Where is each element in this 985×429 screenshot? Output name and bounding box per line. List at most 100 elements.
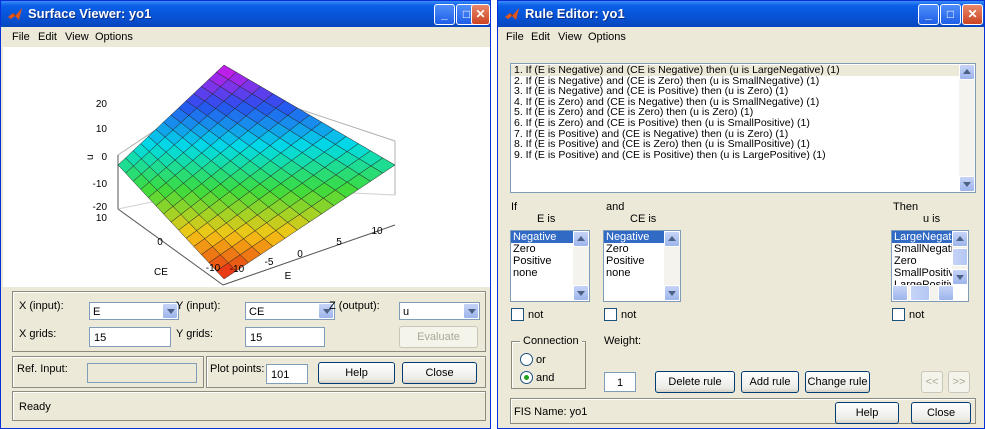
menu-options[interactable]: Options <box>588 31 626 43</box>
z-tick: 20 <box>96 99 108 110</box>
y-input-label: Y (input): <box>176 300 221 312</box>
menu-options[interactable]: Options <box>95 31 133 43</box>
add-rule-button[interactable]: Add rule <box>741 371 799 393</box>
list-item[interactable]: 1. If (E is Negative) and (CE is Negativ… <box>511 65 975 76</box>
scrollbar[interactable] <box>573 231 589 301</box>
z-tick: 10 <box>96 213 108 224</box>
u-membership-list[interactable]: LargeNegative SmallNegative Zero SmallPo… <box>891 230 969 302</box>
e-not-checkbox[interactable] <box>511 308 524 321</box>
status-bar: Ready <box>12 391 486 421</box>
rule-editor-titlebar[interactable]: Rule Editor: yo1 _ □ ✕ <box>498 1 984 27</box>
menu-edit[interactable]: Edit <box>38 31 57 43</box>
z-axis-label: u <box>85 154 96 160</box>
minimize-icon[interactable]: _ <box>434 4 455 25</box>
x-input-select[interactable]: E <box>89 302 179 320</box>
help-button[interactable]: Help <box>835 402 899 424</box>
close-icon[interactable]: ✕ <box>471 4 490 25</box>
u-not-checkbox[interactable] <box>892 308 905 321</box>
scroll-up-icon[interactable] <box>959 64 975 80</box>
y-input-select[interactable]: CE <box>245 302 335 320</box>
z-tick: -20 <box>93 202 108 213</box>
scroll-down-icon[interactable] <box>959 176 975 192</box>
list-item[interactable]: 6. If (E is Zero) and (CE is Positive) t… <box>511 118 975 129</box>
e-is-label: E is <box>537 213 556 225</box>
z-tick: 10 <box>96 124 108 135</box>
not-label: not <box>528 309 544 321</box>
scroll-left-icon[interactable] <box>892 285 908 301</box>
z-tick: 0 <box>101 152 107 163</box>
chevron-down-icon[interactable] <box>463 303 479 319</box>
y-tick: 0 <box>157 237 163 248</box>
change-rule-button[interactable]: Change rule <box>805 371 870 393</box>
ce-not-checkbox[interactable] <box>604 308 617 321</box>
scroll-down-icon[interactable] <box>664 285 680 301</box>
scroll-thumb[interactable] <box>910 285 930 301</box>
or-radio[interactable] <box>520 353 533 366</box>
scroll-down-icon[interactable] <box>573 285 589 301</box>
and-radio-label: and <box>536 372 555 384</box>
list-item[interactable]: LargeNegative <box>892 231 966 243</box>
x-input-value: E <box>93 306 101 318</box>
scroll-up-icon[interactable] <box>664 231 680 247</box>
rule-list-scrollbar[interactable] <box>959 64 975 192</box>
menu-file[interactable]: File <box>12 31 30 43</box>
menu-view[interactable]: View <box>558 31 582 43</box>
weight-label: Weight: <box>604 335 642 347</box>
surface-plot[interactable]: 20 10 0 -10 -20 10 u 0 -10 CE 10 5 0 -5 … <box>3 47 490 287</box>
x-input-label: X (input): <box>19 300 64 312</box>
horizontal-scrollbar[interactable] <box>892 285 954 301</box>
scroll-thumb[interactable] <box>952 248 968 266</box>
plot-points-input[interactable]: 101 <box>266 364 308 384</box>
x-tick: -10 <box>230 264 245 275</box>
previous-rule-button[interactable]: << <box>921 371 943 393</box>
fis-name-bar: FIS Name: yo1 Help Close <box>510 398 976 424</box>
window-title: Surface Viewer: yo1 <box>28 6 152 21</box>
scrollbar[interactable] <box>664 231 680 301</box>
delete-rule-button[interactable]: Delete rule <box>655 371 735 393</box>
weight-input[interactable]: 1 <box>604 372 636 392</box>
y-grids-input[interactable]: 15 <box>245 327 325 347</box>
z-tick: -10 <box>93 179 108 190</box>
next-rule-button[interactable]: >> <box>948 371 970 393</box>
then-label: Then <box>893 201 919 213</box>
not-label: not <box>909 309 925 321</box>
and-label: and <box>606 201 625 213</box>
scroll-up-icon[interactable] <box>573 231 589 247</box>
menu-edit[interactable]: Edit <box>531 31 550 43</box>
maximize-icon[interactable]: □ <box>940 4 961 25</box>
if-label: If <box>511 201 518 213</box>
ce-is-label: CE is <box>630 213 657 225</box>
and-radio[interactable] <box>520 371 533 384</box>
close-button[interactable]: Close <box>911 402 971 424</box>
ref-input-label: Ref. Input: <box>17 363 68 375</box>
x-tick: 10 <box>371 226 383 237</box>
menu-file[interactable]: File <box>506 31 524 43</box>
e-membership-list[interactable]: Negative Zero Positive none <box>510 230 590 302</box>
ce-membership-list[interactable]: Negative Zero Positive none <box>603 230 681 302</box>
rule-list[interactable]: 1. If (E is Negative) and (CE is Negativ… <box>510 63 976 193</box>
scrollbar[interactable] <box>952 231 968 285</box>
menu-view[interactable]: View <box>65 31 89 43</box>
x-tick: 5 <box>336 237 342 248</box>
surface-viewer-titlebar[interactable]: Surface Viewer: yo1 _ □ ✕ <box>1 1 490 27</box>
matlab-icon <box>8 8 22 20</box>
help-button[interactable]: Help <box>318 362 395 384</box>
close-button[interactable]: Close <box>402 362 477 384</box>
rule-editor-window: Rule Editor: yo1 _ □ ✕ File Edit View Op… <box>497 0 985 429</box>
scroll-right-icon[interactable] <box>938 285 954 301</box>
x-grids-input[interactable]: 15 <box>89 327 171 347</box>
scroll-down-icon[interactable] <box>952 269 968 285</box>
z-output-value: u <box>403 306 410 318</box>
scroll-up-icon[interactable] <box>952 231 968 247</box>
surface-controls-panel: X (input): E Y (input): CE Z (output): u… <box>12 291 486 352</box>
y-tick: -10 <box>206 263 221 274</box>
z-output-select[interactable]: u <box>399 302 480 320</box>
ref-input-field[interactable] <box>87 363 197 383</box>
x-tick: -5 <box>265 257 274 268</box>
list-item[interactable]: 9. If (E is Positive) and (CE is Positiv… <box>511 150 975 161</box>
surface-plot-area: 20 10 0 -10 -20 10 u 0 -10 CE 10 5 0 -5 … <box>3 47 490 287</box>
minimize-icon[interactable]: _ <box>918 4 939 25</box>
close-icon[interactable]: ✕ <box>962 4 983 25</box>
u-is-label: u is <box>923 213 941 225</box>
evaluate-button[interactable]: Evaluate <box>399 326 478 348</box>
